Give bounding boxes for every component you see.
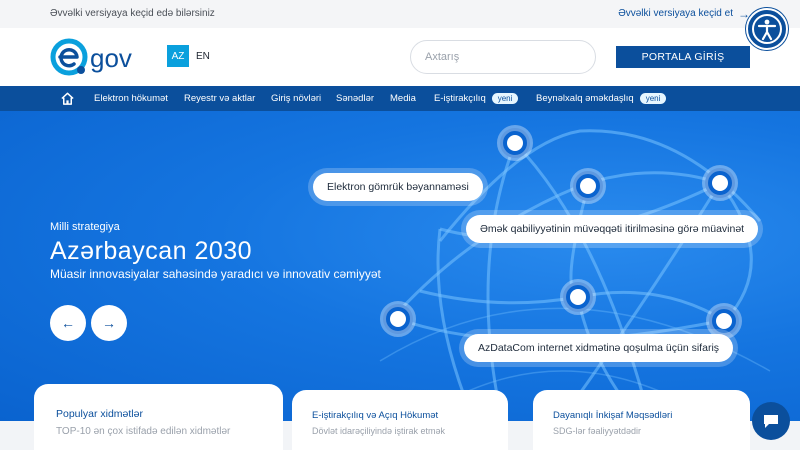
service-pill-azdatacom[interactable]: AzDataCom internet xidmətinə qoşulma üçü… [464, 334, 734, 362]
slider-next-button[interactable]: → [91, 305, 127, 341]
accessibility-icon [752, 14, 782, 44]
nav-item-label: Giriş növləri [271, 93, 322, 104]
accessibility-button[interactable] [746, 8, 788, 50]
nav-item-login-types[interactable]: Giriş növləri [271, 86, 321, 111]
card-popular-services[interactable]: Populyar xidmətlər TOP-10 ən çox istifad… [34, 384, 283, 450]
nav-item-registry[interactable]: Reyestr və aktlar [184, 86, 255, 111]
card-subtitle: SDG-lər fəaliyyətdədir [553, 426, 642, 436]
service-pill-customs-declaration[interactable]: Elektron gömrük bəyannaməsi [313, 173, 483, 201]
chat-bubble-icon [764, 415, 778, 428]
service-pill-label: Elektron gömrük bəyannaməsi [327, 181, 469, 193]
search-input[interactable] [410, 40, 596, 74]
hero-kicker: Milli strategiya [50, 221, 120, 233]
nav-item-label: Media [390, 93, 416, 104]
card-title: E-iştirakçılıq və Açıq Hökumət [312, 410, 439, 421]
main-nav: Elektron hökumət Reyestr və aktlar Giriş… [0, 86, 800, 111]
nav-item-label: E-iştirakçılıq [434, 93, 486, 104]
nav-item-e-participation[interactable]: E-iştirakçılıq yeni [434, 86, 519, 111]
top-strip: Əvvəlki versiyaya keçid edə bilərsiniz Ə… [0, 0, 800, 28]
new-badge: yeni [491, 93, 519, 104]
card-sustainable-goals[interactable]: Dayanıqlı İnkişaf Məqsədləri SDG-lər fəa… [533, 390, 750, 450]
portal-login-button[interactable]: PORTALA GİRİŞ [616, 46, 750, 68]
egov-logo[interactable]: gov [50, 37, 160, 77]
nav-item-documents[interactable]: Sənədlər [336, 86, 374, 111]
card-e-participation[interactable]: E-iştirakçılıq və Açıq Hökumət Dövlət id… [292, 390, 508, 450]
slider-prev-button[interactable]: ← [50, 305, 86, 341]
arrow-right-icon: → [102, 315, 116, 331]
lang-en-button[interactable]: EN [196, 45, 210, 67]
old-version-link-label: Əvvəlki versiyaya keçid et [618, 8, 733, 19]
logo-text: gov [90, 43, 132, 73]
header: gov AZ EN PORTALA GİRİŞ [0, 28, 800, 86]
nav-item-media[interactable]: Media [390, 86, 416, 111]
lang-az-button[interactable]: AZ [167, 45, 189, 67]
chat-button[interactable] [752, 402, 790, 440]
nav-item-electronic-government[interactable]: Elektron hökumət [94, 86, 168, 111]
service-pill-label: Əmək qabiliyyətinin müvəqqəti itirilməsi… [480, 223, 745, 235]
home-icon[interactable] [60, 91, 75, 106]
hero-banner: Milli strategiya Azərbaycan 2030 Müasir … [0, 111, 800, 421]
new-badge: yeni [639, 93, 667, 104]
version-message: Əvvəlki versiyaya keçid edə bilərsiniz [50, 8, 215, 19]
card-subtitle: TOP-10 ən çox istifadə edilən xidmətlər [56, 426, 231, 437]
hero-title: Azərbaycan 2030 [50, 237, 253, 265]
nav-item-label: Elektron hökumət [94, 93, 168, 104]
arrow-left-icon: ← [61, 315, 75, 331]
card-subtitle: Dövlət idarəçiliyində iştirak etmək [312, 426, 446, 436]
nav-item-label: Reyestr və aktlar [184, 93, 256, 104]
nav-item-label: Sənədlər [336, 93, 375, 104]
hero-subtitle: Müasir innovasiyalar sahəsində yaradıcı … [50, 267, 381, 281]
card-title: Dayanıqlı İnkişaf Məqsədləri [553, 410, 673, 421]
nav-item-label: Beynəlxalq əməkdaşlıq [536, 93, 634, 104]
service-pill-temporary-disability[interactable]: Əmək qabiliyyətinin müvəqqəti itirilməsi… [466, 215, 759, 243]
nav-item-international-cooperation[interactable]: Beynəlxalq əməkdaşlıq yeni [536, 86, 667, 111]
service-pill-label: AzDataCom internet xidmətinə qoşulma üçü… [478, 342, 720, 354]
network-globe-graphic [379, 125, 771, 421]
card-title: Populyar xidmətlər [56, 408, 143, 420]
old-version-link[interactable]: Əvvəlki versiyaya keçid et → [618, 8, 750, 20]
